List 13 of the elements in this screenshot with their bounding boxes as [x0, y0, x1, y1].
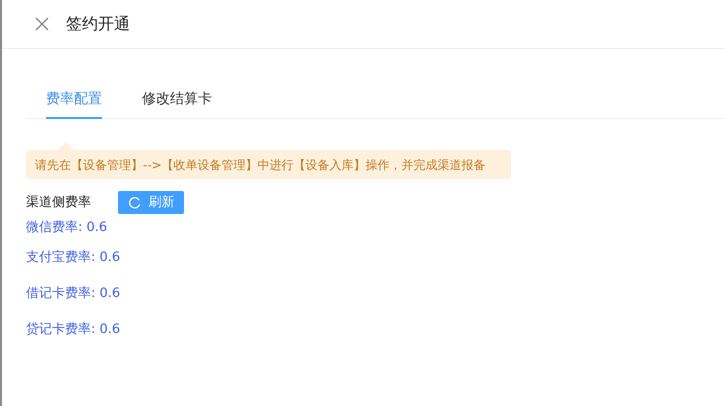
rate-text: 支付宝费率: 0.6 — [26, 249, 120, 268]
pointer-arrow-icon — [57, 142, 75, 151]
rate-text: 微信费率: 0.6 — [26, 218, 108, 236]
close-button[interactable] — [33, 15, 51, 33]
close-icon — [35, 17, 49, 31]
tab[interactable]: 修改结算卡 — [142, 85, 212, 119]
channel-rates-label: 渠道侧费率 — [26, 194, 92, 212]
refresh-icon — [128, 196, 140, 209]
refresh-button[interactable]: 刷新 — [118, 191, 184, 214]
rate-text: 借记卡费率: 0.6 — [26, 285, 120, 304]
rate-text: 贷记卡费率: 0.6 — [26, 321, 120, 340]
dialog-title: 签约开通 — [66, 13, 130, 35]
tab[interactable]: 费率配置 — [46, 85, 102, 119]
